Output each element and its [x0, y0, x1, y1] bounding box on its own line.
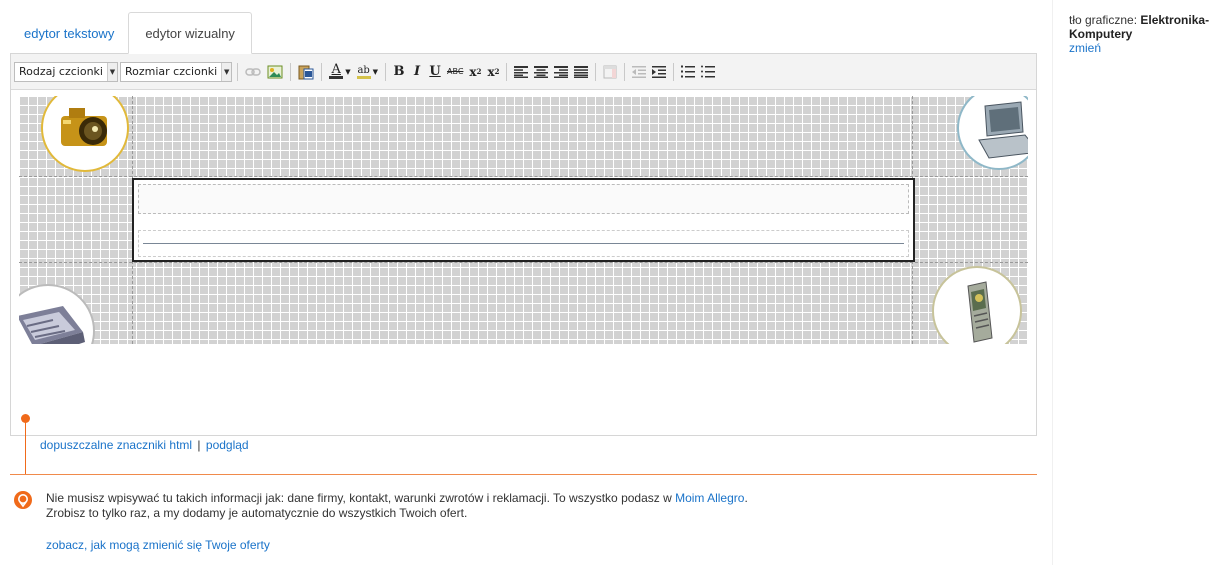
chevron-down-icon: ▼ [221, 62, 232, 81]
allowed-html-link[interactable]: dopuszczalne znaczniki html [40, 438, 192, 452]
background-panel: tło graficzne: Elektronika-Komputery zmi… [1052, 0, 1230, 565]
info-text: Nie musisz wpisywać tu takich informacji… [46, 491, 748, 521]
toolbar-separator [385, 62, 387, 81]
superscript-button[interactable]: x2 [485, 62, 501, 82]
tab-visual-editor[interactable]: edytor wizualny [128, 12, 252, 54]
see-changes-link[interactable]: zobacz, jak mogą zmienić się Twoje ofert… [46, 538, 270, 552]
indent-icon[interactable] [650, 62, 668, 82]
background-setting: tło graficzne: Elektronika-Komputery [1069, 13, 1230, 41]
keyboard-icon [19, 284, 95, 344]
text-color-letter: A [331, 62, 341, 77]
info-line-2: Zrobisz to tylko raz, a my dodamy je aut… [46, 506, 468, 520]
toolbar-separator [595, 62, 597, 81]
toolbar-separator [237, 62, 239, 81]
bold-button[interactable]: B [391, 62, 407, 82]
visual-editor: Rodzaj czcionki ▼ Rozmiar czcionki ▼ A ▼… [10, 53, 1037, 436]
tab-text-editor[interactable]: edytor tekstowy [10, 12, 128, 54]
content-box[interactable] [132, 178, 915, 262]
info-icon [14, 491, 32, 509]
highlight-letters: ab [357, 64, 370, 76]
info-line-1: Nie musisz wpisywać tu takich informacji… [46, 491, 748, 506]
camera-icon [41, 96, 129, 172]
text-color-icon[interactable]: A ▼ [327, 62, 352, 82]
chevron-down-icon: ▼ [106, 62, 117, 81]
align-left-icon[interactable] [512, 62, 530, 82]
font-family-select[interactable]: Rodzaj czcionki ▼ [14, 61, 118, 82]
toolbar-separator [673, 62, 675, 81]
font-size-select[interactable]: Rozmiar czcionki ▼ [119, 61, 233, 82]
content-header-area [138, 184, 909, 214]
preview-link[interactable]: podgląd [206, 438, 249, 452]
tip-marker-line [25, 419, 26, 475]
outdent-icon[interactable] [630, 62, 648, 82]
my-allegro-link[interactable]: Moim Allegro [675, 491, 744, 505]
table-icon[interactable] [601, 62, 619, 82]
paste-word-icon[interactable] [296, 62, 316, 82]
section-divider [10, 474, 1037, 475]
editor-canvas[interactable] [19, 96, 1028, 344]
toolbar-separator [506, 62, 508, 81]
editor-links: dopuszczalne znaczniki html | podgląd [40, 438, 249, 452]
link-separator: | [197, 438, 201, 452]
toolbar-separator [321, 62, 323, 81]
ordered-list-icon[interactable] [679, 62, 697, 82]
info-line-1-text: Nie musisz wpisywać tu takich informacji… [46, 491, 676, 505]
underline-button[interactable]: U [427, 62, 443, 82]
italic-button[interactable]: I [409, 62, 425, 82]
info-line-1-end: . [744, 491, 748, 505]
editor-tabs: edytor tekstowy edytor wizualny [10, 12, 252, 54]
background-label: tło graficzne: [1069, 13, 1141, 27]
subscript-label: x [469, 64, 477, 79]
main-content: edytor tekstowy edytor wizualny Rodzaj c… [0, 0, 1052, 565]
font-family-label: Rodzaj czcionki [19, 65, 103, 78]
align-center-icon[interactable] [532, 62, 550, 82]
align-right-icon[interactable] [552, 62, 570, 82]
superscript-label: x [487, 64, 495, 79]
layout-guide [19, 262, 1028, 263]
align-justify-icon[interactable] [572, 62, 590, 82]
content-divider [143, 243, 904, 244]
subscript-button[interactable]: x2 [467, 62, 483, 82]
unordered-list-icon[interactable] [699, 62, 717, 82]
laptop-icon [957, 96, 1028, 170]
strikethrough-button[interactable]: ABC [445, 62, 465, 82]
highlight-icon[interactable]: ab ▼ [355, 62, 380, 82]
toolbar-separator [290, 62, 292, 81]
image-icon[interactable] [265, 62, 285, 82]
toolbar-separator [624, 62, 626, 81]
phone-icon [932, 266, 1022, 344]
change-background-link[interactable]: zmień [1069, 41, 1101, 55]
editor-toolbar: Rodzaj czcionki ▼ Rozmiar czcionki ▼ A ▼… [11, 54, 1036, 90]
link-icon[interactable] [243, 62, 263, 82]
font-size-label: Rozmiar czcionki [124, 65, 218, 78]
layout-guide [19, 176, 1028, 177]
